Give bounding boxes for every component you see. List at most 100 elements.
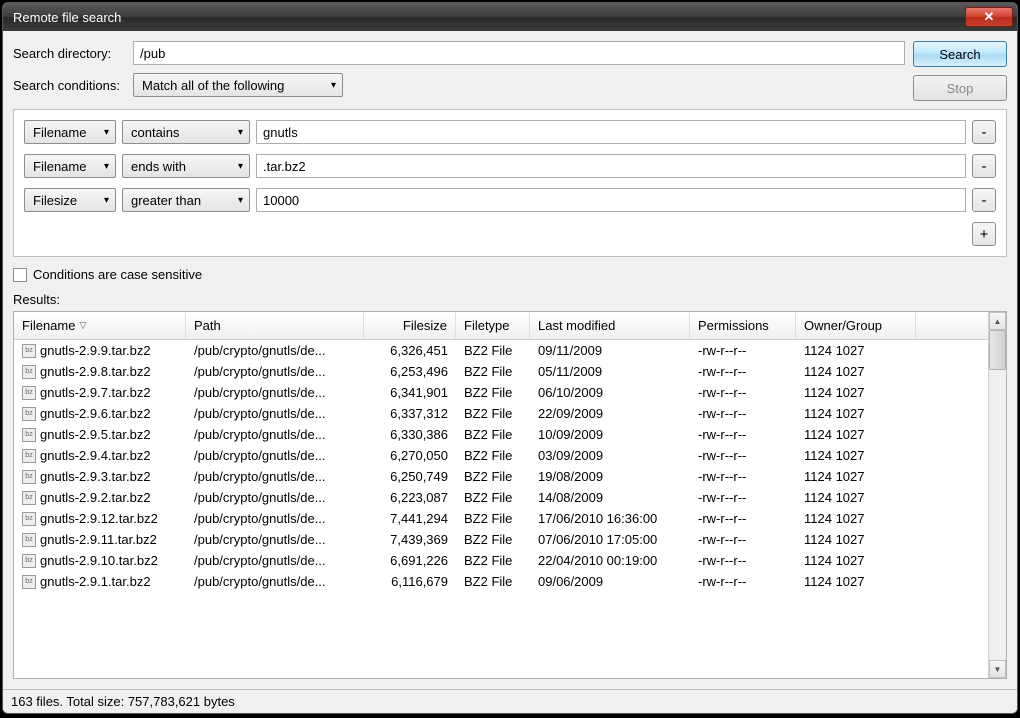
sort-indicator-icon: ▽	[79, 320, 86, 331]
cell-permissions: -rw-r--r--	[690, 553, 796, 568]
col-header-filetype[interactable]: Filetype	[456, 312, 530, 339]
stop-button[interactable]: Stop	[913, 75, 1007, 101]
table-row[interactable]: bzgnutls-2.9.5.tar.bz2/pub/crypto/gnutls…	[14, 424, 988, 445]
cell-owner: 1124 1027	[796, 574, 916, 589]
table-row[interactable]: bzgnutls-2.9.8.tar.bz2/pub/crypto/gnutls…	[14, 361, 988, 382]
table-row[interactable]: bzgnutls-2.9.6.tar.bz2/pub/crypto/gnutls…	[14, 403, 988, 424]
cell-modified: 17/06/2010 16:36:00	[530, 511, 690, 526]
cell-filetype: BZ2 File	[456, 364, 530, 379]
table-row[interactable]: bzgnutls-2.9.7.tar.bz2/pub/crypto/gnutls…	[14, 382, 988, 403]
col-header-permissions[interactable]: Permissions	[690, 312, 796, 339]
table-row[interactable]: bzgnutls-2.9.10.tar.bz2/pub/crypto/gnutl…	[14, 550, 988, 571]
search-conditions-label: Search conditions:	[13, 78, 125, 93]
condition-value-input[interactable]	[256, 188, 966, 212]
cell-filename: bzgnutls-2.9.3.tar.bz2	[14, 469, 186, 484]
scroll-thumb[interactable]	[989, 330, 1006, 370]
table-body: bzgnutls-2.9.9.tar.bz2/pub/crypto/gnutls…	[14, 340, 988, 592]
scroll-up-icon[interactable]: ▲	[989, 312, 1006, 330]
table-row[interactable]: bzgnutls-2.9.2.tar.bz2/pub/crypto/gnutls…	[14, 487, 988, 508]
condition-value-input[interactable]	[256, 154, 966, 178]
table-row[interactable]: bzgnutls-2.9.1.tar.bz2/pub/crypto/gnutls…	[14, 571, 988, 592]
cell-path: /pub/crypto/gnutls/de...	[186, 553, 364, 568]
cell-modified: 22/09/2009	[530, 406, 690, 421]
file-icon: bz	[22, 575, 36, 589]
remove-condition-button[interactable]: -	[972, 154, 996, 178]
case-sensitive-label: Conditions are case sensitive	[33, 267, 202, 282]
cell-filename: bzgnutls-2.9.7.tar.bz2	[14, 385, 186, 400]
file-icon: bz	[22, 554, 36, 568]
cell-permissions: -rw-r--r--	[690, 574, 796, 589]
content: Search directory: Search conditions: Mat…	[3, 31, 1017, 689]
cell-path: /pub/crypto/gnutls/de...	[186, 343, 364, 358]
cell-filename: bzgnutls-2.9.2.tar.bz2	[14, 490, 186, 505]
cell-filesize: 7,439,369	[364, 532, 456, 547]
cell-filesize: 6,330,386	[364, 427, 456, 442]
table-row[interactable]: bzgnutls-2.9.11.tar.bz2/pub/crypto/gnutl…	[14, 529, 988, 550]
condition-operator-select[interactable]: greater than	[122, 188, 250, 212]
remove-condition-button[interactable]: -	[972, 188, 996, 212]
close-button[interactable]: ✕	[965, 7, 1013, 27]
search-directory-input[interactable]	[133, 41, 905, 65]
cell-path: /pub/crypto/gnutls/de...	[186, 469, 364, 484]
table-row[interactable]: bzgnutls-2.9.4.tar.bz2/pub/crypto/gnutls…	[14, 445, 988, 466]
match-mode-select[interactable]: Match all of the following	[133, 73, 343, 97]
remove-condition-button[interactable]: -	[972, 120, 996, 144]
cell-permissions: -rw-r--r--	[690, 532, 796, 547]
cell-path: /pub/crypto/gnutls/de...	[186, 448, 364, 463]
col-header-filesize[interactable]: Filesize	[364, 312, 456, 339]
condition-operator-select[interactable]: ends with	[122, 154, 250, 178]
cell-modified: 14/08/2009	[530, 490, 690, 505]
cell-owner: 1124 1027	[796, 448, 916, 463]
case-sensitive-row[interactable]: Conditions are case sensitive	[13, 265, 1007, 284]
condition-field-select[interactable]: Filename	[24, 120, 116, 144]
cell-permissions: -rw-r--r--	[690, 490, 796, 505]
add-condition-button[interactable]: +	[972, 222, 996, 246]
cell-filesize: 6,223,087	[364, 490, 456, 505]
vertical-scrollbar[interactable]: ▲ ▼	[988, 312, 1006, 678]
cell-modified: 19/08/2009	[530, 469, 690, 484]
titlebar[interactable]: Remote file search ✕	[3, 3, 1017, 31]
cell-owner: 1124 1027	[796, 511, 916, 526]
table-row[interactable]: bzgnutls-2.9.3.tar.bz2/pub/crypto/gnutls…	[14, 466, 988, 487]
cell-path: /pub/crypto/gnutls/de...	[186, 532, 364, 547]
cell-filetype: BZ2 File	[456, 385, 530, 400]
cell-path: /pub/crypto/gnutls/de...	[186, 511, 364, 526]
cell-permissions: -rw-r--r--	[690, 511, 796, 526]
search-button[interactable]: Search	[913, 41, 1007, 67]
cell-filetype: BZ2 File	[456, 448, 530, 463]
col-header-filename[interactable]: Filename ▽	[14, 312, 186, 339]
cell-modified: 07/06/2010 17:05:00	[530, 532, 690, 547]
condition-field-select[interactable]: Filename	[24, 154, 116, 178]
case-sensitive-checkbox[interactable]	[13, 268, 27, 282]
col-header-path[interactable]: Path	[186, 312, 364, 339]
cell-filetype: BZ2 File	[456, 406, 530, 421]
col-header-owner[interactable]: Owner/Group	[796, 312, 916, 339]
file-icon: bz	[22, 491, 36, 505]
cell-filesize: 6,253,496	[364, 364, 456, 379]
table-row[interactable]: bzgnutls-2.9.9.tar.bz2/pub/crypto/gnutls…	[14, 340, 988, 361]
condition-value-input[interactable]	[256, 120, 966, 144]
condition-field-select[interactable]: Filesize	[24, 188, 116, 212]
cell-permissions: -rw-r--r--	[690, 427, 796, 442]
cell-filename: bzgnutls-2.9.1.tar.bz2	[14, 574, 186, 589]
cell-owner: 1124 1027	[796, 469, 916, 484]
cell-permissions: -rw-r--r--	[690, 364, 796, 379]
scroll-down-icon[interactable]: ▼	[989, 660, 1006, 678]
cell-owner: 1124 1027	[796, 343, 916, 358]
col-header-modified[interactable]: Last modified	[530, 312, 690, 339]
cell-owner: 1124 1027	[796, 385, 916, 400]
results-label: Results:	[13, 292, 1007, 307]
scroll-track[interactable]	[989, 330, 1006, 660]
condition-row: Filename ends with -	[24, 154, 996, 178]
cell-path: /pub/crypto/gnutls/de...	[186, 364, 364, 379]
cell-filename: bzgnutls-2.9.5.tar.bz2	[14, 427, 186, 442]
cell-filename: bzgnutls-2.9.6.tar.bz2	[14, 406, 186, 421]
window: Remote file search ✕ Search directory: S…	[2, 2, 1018, 714]
search-directory-label: Search directory:	[13, 46, 125, 61]
condition-operator-select[interactable]: contains	[122, 120, 250, 144]
cell-filetype: BZ2 File	[456, 343, 530, 358]
cell-filetype: BZ2 File	[456, 469, 530, 484]
cell-permissions: -rw-r--r--	[690, 448, 796, 463]
cell-owner: 1124 1027	[796, 490, 916, 505]
table-row[interactable]: bzgnutls-2.9.12.tar.bz2/pub/crypto/gnutl…	[14, 508, 988, 529]
